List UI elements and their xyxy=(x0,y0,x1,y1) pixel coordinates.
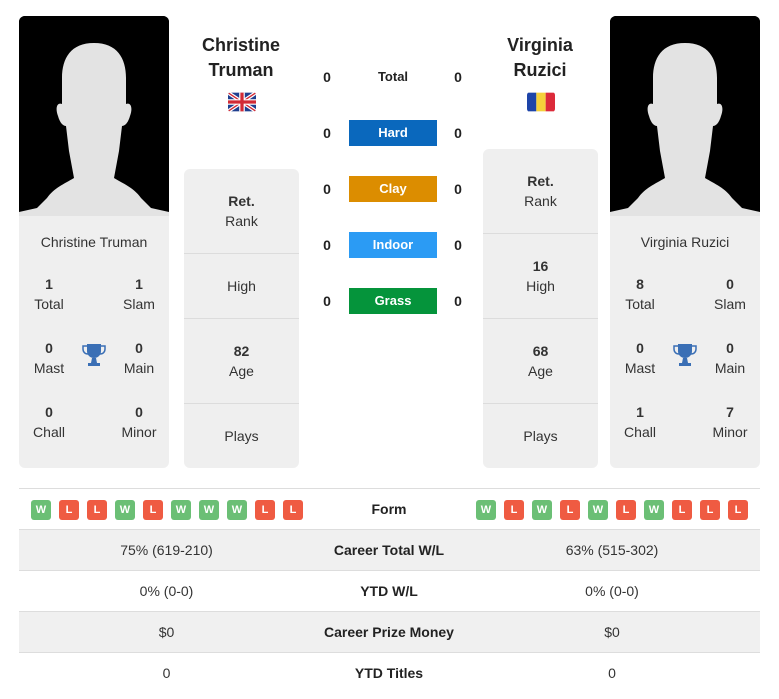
player2-form: WLWLWLWLLL xyxy=(476,500,748,520)
player1-mast-titles: 0 Mast xyxy=(33,340,65,376)
player2-mast-titles: 0 Mast xyxy=(624,340,656,376)
player1-career-wl: 75% (619-210) xyxy=(120,542,213,558)
player2-plays: Plays xyxy=(523,428,558,444)
player2-stats: Ret. Rank 16 High 68 Age Plays xyxy=(483,149,598,468)
player2-photo xyxy=(610,16,760,216)
player1-age: 82 Age xyxy=(184,319,299,404)
form-win-badge[interactable]: W xyxy=(588,500,608,520)
player2-age: 68 Age xyxy=(483,319,598,404)
player2-rank: Ret. Rank xyxy=(483,149,598,234)
form-loss-badge[interactable]: L xyxy=(616,500,636,520)
silhouette-icon xyxy=(610,16,760,216)
p2-clay-wins: 0 xyxy=(454,181,462,197)
form-label: Form xyxy=(371,501,407,517)
h2h-grass-row: 0 Grass 0 xyxy=(310,288,475,314)
form-loss-badge[interactable]: L xyxy=(59,500,79,520)
h2h-indoor-row: 0 Indoor 0 xyxy=(310,232,475,258)
form-loss-badge[interactable]: L xyxy=(700,500,720,520)
silhouette-icon xyxy=(19,16,169,216)
player2-titles: 8 Total 0 Slam 0 Mast 0 Main 1 Chall 7 M… xyxy=(610,250,760,450)
player1-stats: Ret. Rank High 82 Age Plays xyxy=(184,169,299,468)
h2h-total-row: 0 Total 0 xyxy=(310,64,475,90)
form-win-badge[interactable]: W xyxy=(532,500,552,520)
player1-ytd-titles: 0 xyxy=(162,665,171,681)
player1-slam-titles: 1 Slam xyxy=(123,276,155,312)
p2-indoor-wins: 0 xyxy=(454,237,462,253)
player1-name-heading[interactable]: Christine Truman xyxy=(171,33,311,83)
form-win-badge[interactable]: W xyxy=(227,500,247,520)
player1-minor-titles: 0 Minor xyxy=(121,404,157,440)
grass-surface-badge[interactable]: Grass xyxy=(349,288,437,314)
ytd-titles-label: YTD Titles xyxy=(354,665,424,681)
career-wl-label: Career Total W/L xyxy=(333,542,445,558)
p1-hard-wins: 0 xyxy=(323,125,331,141)
form-win-badge[interactable]: W xyxy=(115,500,135,520)
ytd-titles-row: 0 YTD Titles 0 xyxy=(19,652,760,693)
form-win-badge[interactable]: W xyxy=(476,500,496,520)
player2-full-name: Virginia Ruzici xyxy=(640,234,730,250)
form-loss-badge[interactable]: L xyxy=(672,500,692,520)
form-loss-badge[interactable]: L xyxy=(560,500,580,520)
form-win-badge[interactable]: W xyxy=(199,500,219,520)
ro-flag-icon xyxy=(527,92,555,112)
player1-total-titles: 1 Total xyxy=(34,276,64,312)
trophy-icon xyxy=(82,344,106,366)
ytd-wl-label: YTD W/L xyxy=(360,583,418,599)
gb-flag-icon xyxy=(228,92,256,112)
p1-total-wins: 0 xyxy=(323,69,331,85)
player2-minor-titles: 7 Minor xyxy=(712,404,748,440)
form-loss-badge[interactable]: L xyxy=(143,500,163,520)
form-loss-badge[interactable]: L xyxy=(283,500,303,520)
player1-chall-titles: 0 Chall xyxy=(33,404,65,440)
player1-full-name: Christine Truman xyxy=(40,234,148,250)
p2-hard-wins: 0 xyxy=(454,125,462,141)
player1-ytd-wl: 0% (0-0) xyxy=(139,583,194,599)
form-win-badge[interactable]: W xyxy=(171,500,191,520)
p1-indoor-wins: 0 xyxy=(323,237,331,253)
player1-photo xyxy=(19,16,169,216)
total-label: Total xyxy=(377,69,409,84)
form-win-badge[interactable]: W xyxy=(31,500,51,520)
player2-main-titles: 0 Main xyxy=(714,340,746,376)
player1-form: WLLWLWWWLL xyxy=(31,500,303,520)
indoor-surface-badge[interactable]: Indoor xyxy=(349,232,437,258)
player2-total-titles: 8 Total xyxy=(625,276,655,312)
player2-card: Virginia Ruzici 8 Total 0 Slam 0 Mast 0 … xyxy=(610,16,760,468)
player1-main-titles: 0 Main xyxy=(123,340,155,376)
player2-career-wl: 63% (515-302) xyxy=(565,542,659,558)
p1-clay-wins: 0 xyxy=(323,181,331,197)
form-loss-badge[interactable]: L xyxy=(255,500,275,520)
p2-grass-wins: 0 xyxy=(454,293,462,309)
player1-card: Christine Truman 1 Total 1 Slam 0 Mast 0… xyxy=(19,16,169,468)
career-wl-row: 75% (619-210) Career Total W/L 63% (515-… xyxy=(19,529,760,570)
prize-money-row: $0 Career Prize Money $0 xyxy=(19,611,760,652)
player1-prize-money: $0 xyxy=(158,624,175,640)
player2-slam-titles: 0 Slam xyxy=(714,276,746,312)
p1-grass-wins: 0 xyxy=(323,293,331,309)
clay-surface-badge[interactable]: Clay xyxy=(349,176,437,202)
player1-high: High xyxy=(184,254,299,319)
player2-chall-titles: 1 Chall xyxy=(624,404,656,440)
player1-plays: Plays xyxy=(224,428,259,444)
hard-surface-badge[interactable]: Hard xyxy=(349,120,437,146)
player2-prize-money: $0 xyxy=(604,624,620,640)
form-loss-badge[interactable]: L xyxy=(504,500,524,520)
player2-ytd-wl: 0% (0-0) xyxy=(585,583,639,599)
player2-ytd-titles: 0 xyxy=(608,665,616,681)
trophy-icon xyxy=(673,344,697,366)
p2-total-wins: 0 xyxy=(454,69,462,85)
player1-rank: Ret. Rank xyxy=(184,169,299,254)
h2h-clay-row: 0 Clay 0 xyxy=(310,176,475,202)
form-loss-badge[interactable]: L xyxy=(728,500,748,520)
form-loss-badge[interactable]: L xyxy=(87,500,107,520)
h2h-hard-row: 0 Hard 0 xyxy=(310,120,475,146)
player2-name-heading[interactable]: Virginia Ruzici xyxy=(470,33,610,83)
form-win-badge[interactable]: W xyxy=(644,500,664,520)
player1-titles: 1 Total 1 Slam 0 Mast 0 Main 0 Chall 0 M… xyxy=(19,250,169,450)
prize-money-label: Career Prize Money xyxy=(324,624,454,640)
player2-high: 16 High xyxy=(483,234,598,319)
form-row: WLLWLWWWLL Form WLWLWLWLLL xyxy=(19,488,760,529)
ytd-wl-row: 0% (0-0) YTD W/L 0% (0-0) xyxy=(19,570,760,611)
